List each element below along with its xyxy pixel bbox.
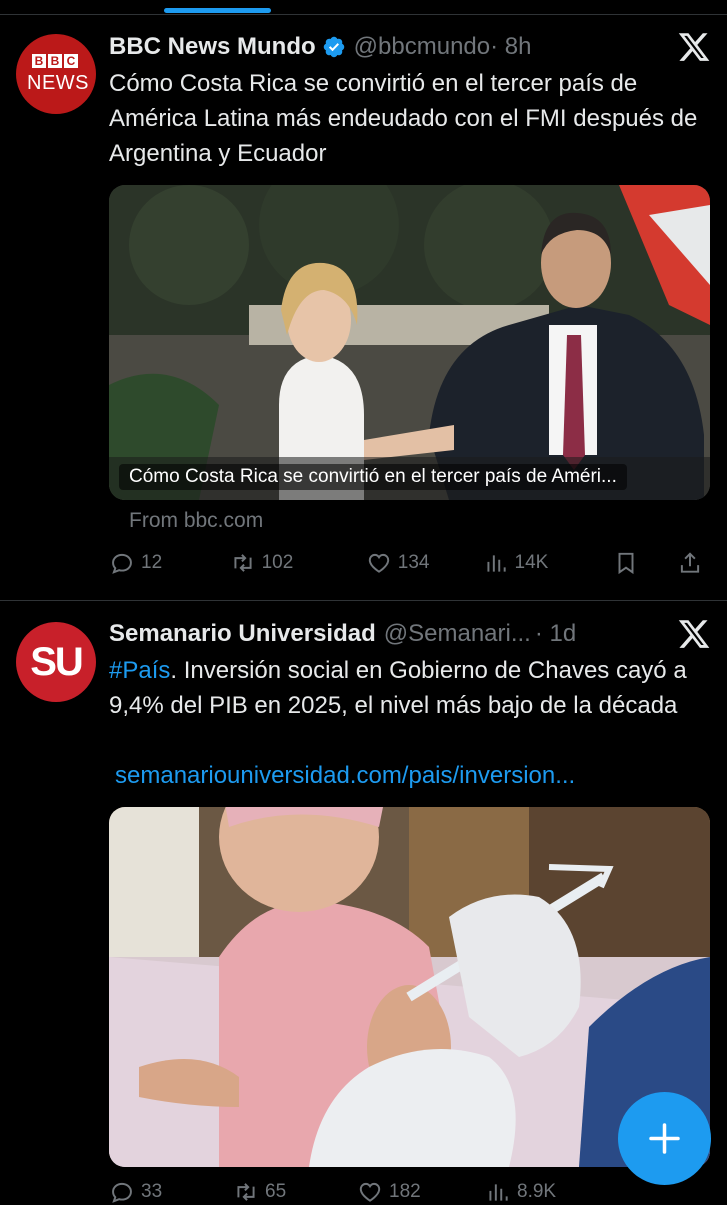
reply-button[interactable]: 12 — [109, 550, 230, 576]
author-name[interactable]: Semanario Universidad — [109, 620, 376, 648]
avatar[interactable]: BBC NEWS — [16, 34, 96, 114]
link-card-caption: Cómo Costa Rica se convirtió en el terce… — [119, 464, 627, 490]
link-source[interactable]: From bbc.com — [129, 509, 263, 533]
hashtag-link[interactable]: #País — [109, 657, 170, 684]
link-card-image[interactable]: Cómo Costa Rica se convirtió en el terce… — [109, 185, 710, 500]
tweet-text: Cómo Costa Rica se convirtió en el terce… — [109, 70, 698, 167]
avatar-text: SU — [30, 640, 84, 684]
reply-count: 12 — [141, 552, 163, 573]
retweet-button[interactable]: 65 — [233, 1179, 357, 1205]
retweet-icon — [234, 554, 252, 572]
bookmark-icon — [618, 552, 634, 575]
heart-icon — [359, 1182, 381, 1202]
verified-badge-icon — [323, 36, 344, 58]
like-count: 134 — [397, 552, 430, 573]
tweet-actions: 12 102 134 14K — [109, 550, 709, 576]
views-icon — [489, 1184, 508, 1201]
tweet-header: BBC News Mundo @bbcmundo · 8h — [109, 30, 531, 64]
views-icon — [486, 555, 506, 572]
tweet-text-body: . Inversión social en Gobierno de Chaves… — [109, 657, 687, 719]
retweet-count: 102 — [261, 552, 294, 573]
views-count: 14K — [514, 552, 549, 573]
tweet-time[interactable]: · 1d — [535, 620, 576, 648]
compose-button[interactable] — [618, 1092, 711, 1185]
reply-icon — [112, 553, 132, 574]
tweet-url-link[interactable]: semanariouniversidad.com/pais/inversion.… — [115, 762, 575, 790]
avatar-text: NEWS — [27, 72, 89, 94]
avatar[interactable]: SU — [16, 622, 96, 702]
plus-icon — [649, 1123, 680, 1154]
reply-button[interactable]: 33 — [109, 1179, 233, 1205]
retweet-button[interactable]: 102 — [230, 550, 366, 576]
like-button[interactable]: 182 — [357, 1179, 485, 1205]
tweet-header: Semanario Universidad @Semanari... · 1d — [109, 617, 576, 651]
views-button[interactable]: 8.9K — [485, 1179, 615, 1205]
like-button[interactable]: 134 — [366, 550, 483, 576]
author-handle[interactable]: @Semanari... — [384, 620, 531, 648]
bbc-logo: BBC — [32, 54, 78, 68]
bookmark-button[interactable] — [613, 550, 677, 576]
tweet-time[interactable]: · 8h — [490, 33, 531, 61]
x-logo-icon[interactable] — [677, 30, 711, 64]
heart-icon — [368, 553, 389, 573]
tweet-text: #País. Inversión social en Gobierno de C… — [109, 653, 709, 723]
tweet-bbc[interactable]: BBC NEWS BBC News Mundo @bbcmundo · 8h C… — [0, 0, 727, 600]
share-button[interactable] — [677, 550, 709, 576]
reply-icon — [112, 1182, 132, 1203]
share-icon — [680, 552, 700, 573]
x-logo-icon[interactable] — [677, 617, 711, 651]
press-photo — [109, 185, 710, 500]
author-handle[interactable]: @bbcmundo — [354, 33, 490, 61]
retweet-icon — [237, 1183, 255, 1201]
author-name[interactable]: BBC News Mundo — [109, 33, 316, 61]
views-button[interactable]: 14K — [483, 550, 613, 576]
